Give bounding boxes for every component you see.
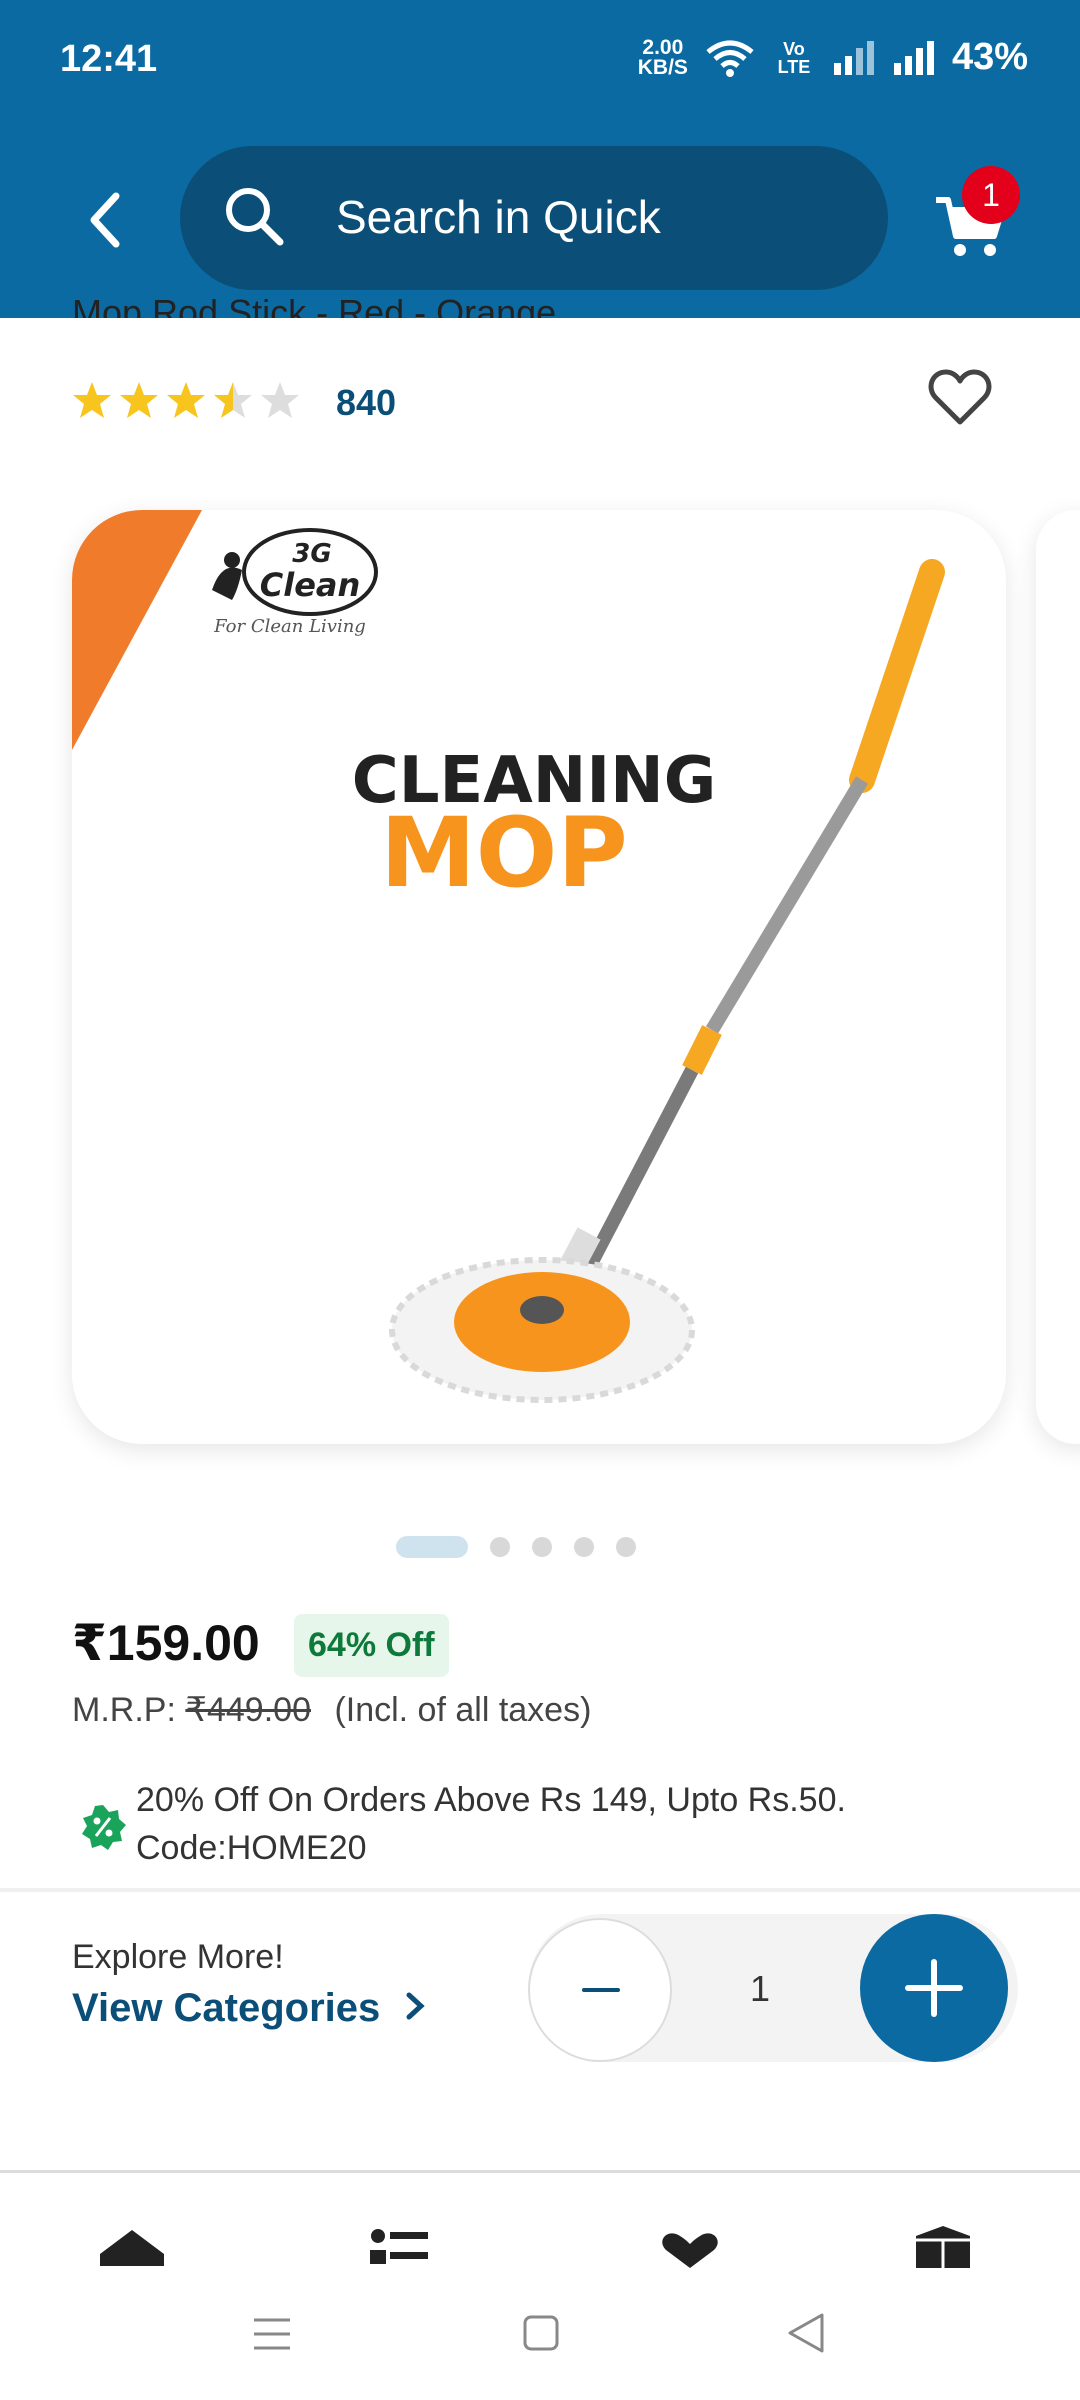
decrease-quantity-button[interactable] xyxy=(528,1918,672,2062)
discount-badge: 64% Off xyxy=(294,1614,449,1677)
rating-stars xyxy=(73,382,299,418)
logo-text-top: 3G xyxy=(292,539,331,569)
selling-price: ₹159.00 xyxy=(72,1615,260,1671)
cart-count-badge: 1 xyxy=(962,166,1020,224)
rating-count[interactable]: 840 xyxy=(336,382,396,424)
home-system-icon[interactable] xyxy=(522,2314,560,2352)
search-input[interactable]: Search in Quick xyxy=(336,190,661,244)
categories-icon[interactable] xyxy=(370,2228,430,2268)
speed-unit: KB/S xyxy=(637,55,688,79)
signal-icon-1 xyxy=(833,40,874,75)
next-image-card-peek[interactable] xyxy=(1036,510,1080,1444)
speed-value: 2.00 xyxy=(642,35,684,59)
favourites-heart-icon[interactable] xyxy=(660,2232,720,2268)
mrp-line: M.R.P: ₹449.00 (Incl. of all taxes) xyxy=(72,1690,591,1730)
image-headline-2: MOP xyxy=(380,797,628,909)
wishlist-heart-icon[interactable] xyxy=(928,368,992,428)
carousel-dot-5[interactable] xyxy=(616,1537,636,1557)
bottom-nav-divider xyxy=(0,2170,1080,2173)
signal-icon-2 xyxy=(893,40,934,75)
chevron-right-icon xyxy=(406,1992,426,2020)
logo-text-bottom: Clean xyxy=(260,566,361,604)
carousel-indicator xyxy=(396,1536,636,1558)
status-icons: 2.00 KB/S Vo LTE 43% xyxy=(638,36,1028,79)
mrp-value: ₹449.00 xyxy=(185,1691,311,1729)
volte-icon: Vo LTE xyxy=(777,38,811,77)
mrp-label: M.R.P: xyxy=(72,1691,176,1729)
orders-box-icon[interactable] xyxy=(914,2226,972,2268)
minus-icon xyxy=(582,1988,620,1992)
increase-quantity-button[interactable] xyxy=(860,1914,1008,2062)
section-divider xyxy=(0,1888,1080,1892)
title-clip: Mop Rod Stick - Red - Orange xyxy=(0,270,1080,318)
view-categories-label: View Categories xyxy=(72,1986,381,2030)
offer-line-1: 20% Off On Orders Above Rs 149, Upto Rs.… xyxy=(136,1781,846,1819)
network-speed: 2.00 KB/S xyxy=(637,35,688,79)
search-icon xyxy=(226,188,284,246)
offer-discount-icon xyxy=(82,1805,126,1850)
offer-text: 20% Off On Orders Above Rs 149, Upto Rs.… xyxy=(136,1776,1016,1872)
product-title: Mop Rod Stick - Red - Orange xyxy=(72,292,557,318)
tax-note: (Incl. of all taxes) xyxy=(334,1691,592,1729)
offer-code: Code:HOME20 xyxy=(136,1829,367,1867)
battery-percent: 43% xyxy=(951,36,1028,78)
carousel-dot-3[interactable] xyxy=(532,1537,552,1557)
home-icon[interactable] xyxy=(96,2226,168,2266)
quantity-value: 1 xyxy=(750,1968,771,2009)
recent-apps-icon[interactable] xyxy=(252,2316,292,2352)
view-categories-link[interactable]: View Categories xyxy=(72,1986,429,2031)
carousel-dot-4[interactable] xyxy=(574,1537,594,1557)
header-bottom-edge xyxy=(0,318,1080,320)
product-image-card[interactable]: 3G Clean For Clean Living CLEANING MOP xyxy=(72,510,1006,1444)
carousel-dot-2[interactable] xyxy=(490,1537,510,1557)
wifi-icon xyxy=(706,40,754,77)
back-arrow-icon[interactable] xyxy=(84,190,128,250)
mop-illustration xyxy=(389,559,945,1403)
plus-icon xyxy=(905,1959,963,2017)
logo-tagline: For Clean Living xyxy=(213,616,366,637)
back-system-icon[interactable] xyxy=(786,2312,826,2354)
status-time: 12:41 xyxy=(60,38,158,80)
product-image: 3G Clean For Clean Living CLEANING MOP xyxy=(72,510,945,1403)
explore-more-label: Explore More! xyxy=(72,1938,284,1976)
carousel-dot-1[interactable] xyxy=(396,1536,468,1558)
